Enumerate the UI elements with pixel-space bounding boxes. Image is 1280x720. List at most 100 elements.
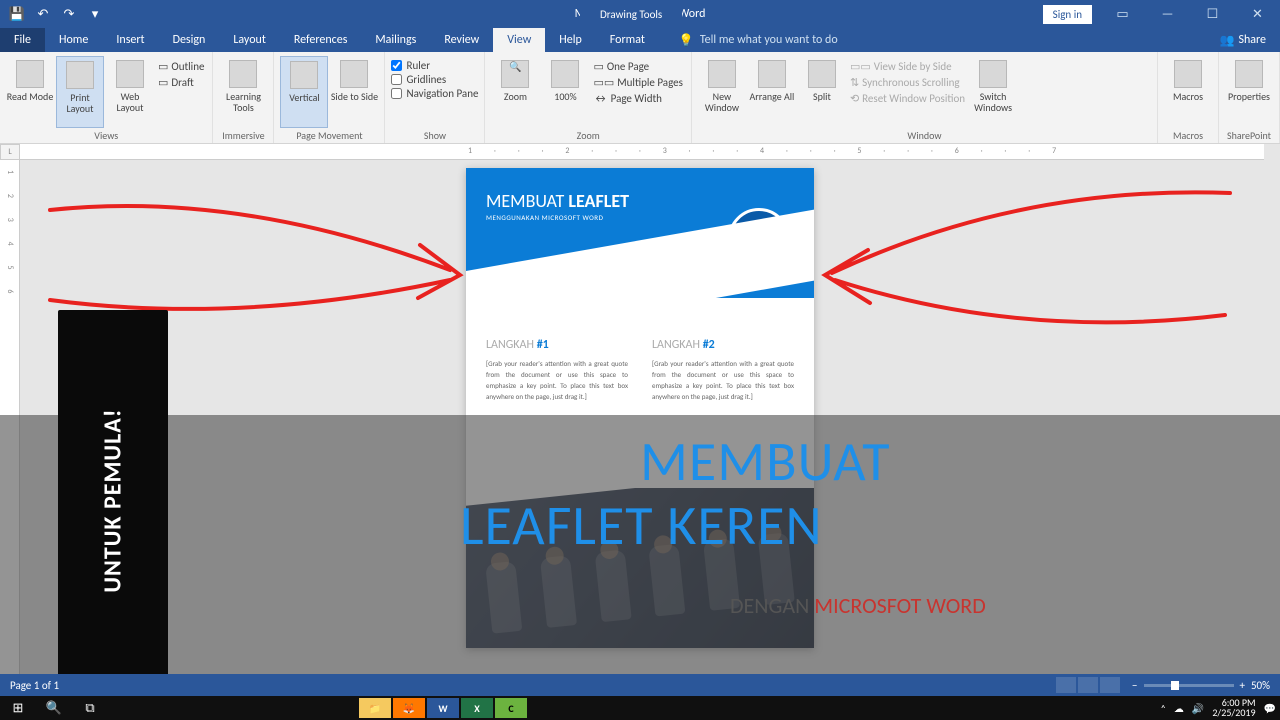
new-window-button[interactable]: New Window (698, 56, 746, 128)
view-mode-icons (1056, 677, 1120, 693)
sign-in-button[interactable]: Sign in (1043, 5, 1092, 24)
minimize-icon[interactable]: — (1145, 0, 1190, 28)
ribbon-options-icon[interactable]: ▭ (1100, 0, 1145, 28)
page-width-button[interactable]: ↔ Page Width (591, 91, 684, 106)
qat-dropdown-icon[interactable]: ▾ (84, 3, 106, 25)
step2-heading: LANGKAH #2 (652, 338, 794, 352)
tab-design[interactable]: Design (159, 28, 220, 52)
properties-icon (1235, 60, 1263, 88)
tab-mailings[interactable]: Mailings (361, 28, 430, 52)
sharepoint-group-label: SharePoint (1225, 128, 1273, 142)
split-icon (808, 60, 836, 88)
read-mode-button[interactable]: Read Mode (6, 56, 54, 128)
tab-format[interactable]: Format (596, 28, 659, 52)
undo-icon[interactable]: ↶ (32, 3, 54, 25)
outline-button[interactable]: ▭ Outline (156, 59, 206, 74)
leaflet-columns: LANGKAH #1 [Grab your reader's attention… (466, 298, 814, 412)
switch-windows-icon (979, 60, 1007, 88)
taskbar-explorer-icon[interactable]: 📁 (359, 698, 391, 718)
taskbar-camtasia-icon[interactable]: C (495, 698, 527, 718)
group-zoom: 🔍Zoom 100% ▭ One Page ▭▭ Multiple Pages … (485, 52, 691, 143)
zoom-group-label: Zoom (491, 128, 684, 142)
macros-group-label: Macros (1164, 128, 1212, 142)
side-to-side-button[interactable]: Side to Side (330, 56, 378, 128)
split-button[interactable]: Split (798, 56, 846, 128)
horizontal-ruler[interactable]: 1 · · · 2 · · · 3 · · · 4 · · · 5 · · · … (20, 144, 1264, 160)
leaflet-col-1[interactable]: LANGKAH #1 [Grab your reader's attention… (486, 338, 628, 402)
macros-button[interactable]: Macros (1164, 56, 1212, 128)
group-show: Ruler Gridlines Navigation Pane Show (385, 52, 485, 143)
notifications-icon[interactable]: 💬 (1264, 702, 1276, 715)
group-views: Read Mode Print Layout Web Layout ▭ Outl… (0, 52, 213, 143)
print-view-icon[interactable] (1078, 677, 1098, 693)
ruler-checkbox[interactable]: Ruler (391, 59, 478, 72)
tab-help[interactable]: Help (545, 28, 596, 52)
maximize-icon[interactable]: ☐ (1190, 0, 1235, 28)
tell-me-label: Tell me what you want to do (700, 33, 838, 47)
contextual-tab-label: Drawing Tools (580, 0, 682, 28)
redo-icon[interactable]: ↷ (58, 3, 80, 25)
tab-review[interactable]: Review (430, 28, 493, 52)
task-view-icon[interactable]: ⧉ (72, 696, 108, 720)
close-icon[interactable]: ✕ (1235, 0, 1280, 28)
tab-references[interactable]: References (280, 28, 362, 52)
show-group-label: Show (391, 128, 478, 142)
leaflet-subtitle[interactable]: MENGGUNAKAN MICROSOFT WORD (486, 213, 603, 222)
tab-view[interactable]: View (493, 28, 545, 52)
taskbar: ⊞ 🔍 ⧉ 📁 🦊 W X C ˄ ☁ 🔊 6:00 PM2/25/2019 💬 (0, 696, 1280, 720)
zoom-100-button[interactable]: 100% (541, 56, 589, 128)
taskbar-clock[interactable]: 6:00 PM2/25/2019 (1212, 698, 1255, 718)
tab-home[interactable]: Home (45, 28, 102, 52)
draft-button[interactable]: ▭ Draft (156, 75, 206, 90)
read-view-icon[interactable] (1056, 677, 1076, 693)
tab-file[interactable]: File (0, 28, 45, 52)
start-button[interactable]: ⊞ (0, 696, 36, 720)
tray-volume-icon[interactable]: 🔊 (1192, 702, 1204, 715)
share-button[interactable]: 👥 Share (1205, 28, 1280, 52)
learning-tools-button[interactable]: Learning Tools (219, 56, 267, 128)
print-layout-button[interactable]: Print Layout (56, 56, 104, 128)
sync-scroll-button: ⇅ Synchronous Scrolling (848, 75, 967, 90)
properties-button[interactable]: Properties (1225, 56, 1273, 128)
tray-up-icon[interactable]: ˄ (1161, 702, 1166, 715)
leaflet-col-2[interactable]: LANGKAH #2 [Grab your reader's attention… (652, 338, 794, 402)
switch-windows-button[interactable]: Switch Windows (969, 56, 1017, 128)
group-window: New Window Arrange All Split ▭▭ View Sid… (692, 52, 1158, 143)
one-page-button[interactable]: ▭ One Page (591, 59, 684, 74)
search-icon[interactable]: 🔍 (36, 696, 72, 720)
tray-onedrive-icon[interactable]: ☁ (1174, 702, 1184, 715)
save-icon[interactable]: 💾 (6, 3, 28, 25)
group-page-movement: Vertical Side to Side Page Movement (274, 52, 385, 143)
window-controls: Sign in ▭ — ☐ ✕ (1043, 0, 1280, 28)
group-immersive: Learning Tools Immersive (213, 52, 274, 143)
nav-pane-checkbox[interactable]: Navigation Pane (391, 87, 478, 100)
zoom-slider[interactable] (1144, 684, 1234, 687)
vertical-button[interactable]: Vertical (280, 56, 328, 128)
page-count[interactable]: Page 1 of 1 (10, 679, 59, 692)
taskbar-excel-icon[interactable]: X (461, 698, 493, 718)
leaflet-title[interactable]: MEMBUAT LEAFLET (486, 190, 629, 212)
web-view-icon[interactable] (1100, 677, 1120, 693)
zoom-button[interactable]: 🔍Zoom (491, 56, 539, 128)
reset-window-button: ⟲ Reset Window Position (848, 91, 967, 106)
web-layout-button[interactable]: Web Layout (106, 56, 154, 128)
arrange-all-icon (758, 60, 786, 88)
ruler-corner: L (0, 144, 20, 160)
taskbar-word-icon[interactable]: W (427, 698, 459, 718)
gridlines-checkbox[interactable]: Gridlines (391, 73, 478, 86)
zoom-100-icon (551, 60, 579, 88)
zoom-in-button[interactable]: + (1240, 679, 1245, 692)
zoom-percent[interactable]: 50% (1251, 679, 1270, 692)
macros-icon (1174, 60, 1202, 88)
view-side-by-side-button: ▭▭ View Side by Side (848, 59, 967, 74)
tab-insert[interactable]: Insert (102, 28, 158, 52)
multi-pages-button[interactable]: ▭▭ Multiple Pages (591, 75, 684, 90)
zoom-out-button[interactable]: − (1132, 679, 1137, 692)
vertical-icon (290, 61, 318, 89)
arrange-all-button[interactable]: Arrange All (748, 56, 796, 128)
side-to-side-icon (340, 60, 368, 88)
tab-layout[interactable]: Layout (219, 28, 280, 52)
tell-me-search[interactable]: 💡 Tell me what you want to do (679, 28, 838, 52)
step1-body: [Grab your reader's attention with a gre… (486, 358, 628, 402)
taskbar-firefox-icon[interactable]: 🦊 (393, 698, 425, 718)
